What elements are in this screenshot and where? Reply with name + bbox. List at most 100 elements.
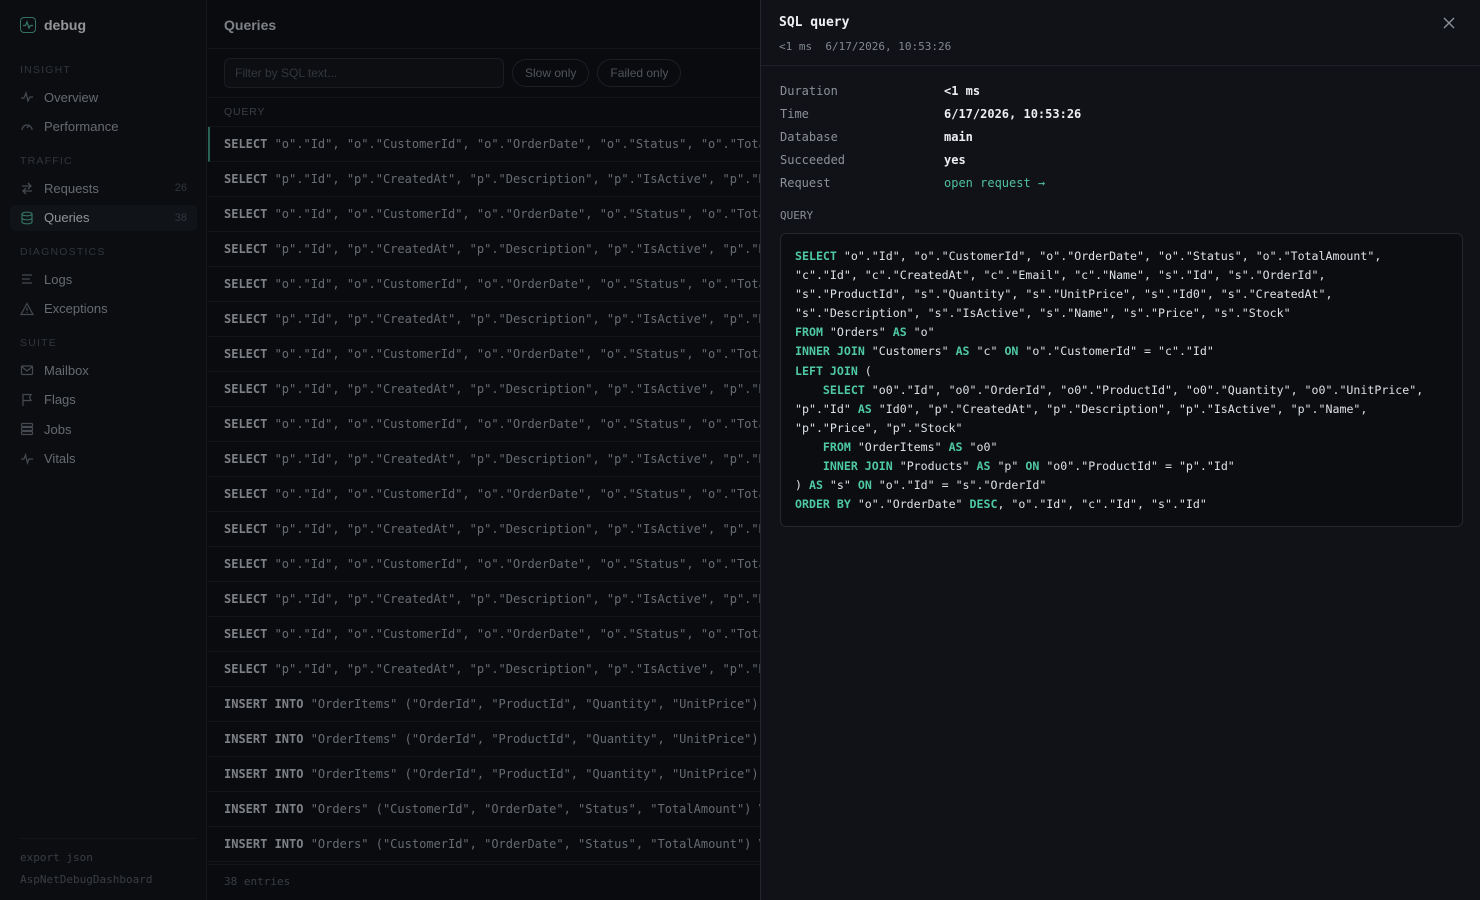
- sql-keyword: SELECT: [224, 382, 268, 396]
- sql-line: INNER JOIN "Products" AS "p" ON "o0"."Pr…: [795, 457, 1448, 476]
- sql-keyword: SELECT: [224, 452, 268, 466]
- table-row[interactable]: SELECT "p"."Id", "p"."CreatedAt", "p"."D…: [208, 582, 760, 617]
- sql-keyword: AS: [948, 439, 963, 454]
- table-row[interactable]: SELECT "p"."Id", "p"."CreatedAt", "p"."D…: [208, 232, 760, 267]
- queries-panel: Queries Slow only Failed only QUERY SELE…: [208, 0, 760, 900]
- detail-key: Request: [780, 176, 831, 190]
- sql-keyword: SELECT: [224, 487, 268, 501]
- sql-keyword: ON: [857, 478, 872, 493]
- sql-text: "Orders": [822, 325, 893, 340]
- sql-keyword: INNER JOIN: [822, 459, 893, 474]
- table-row[interactable]: SELECT "o"."Id", "o"."CustomerId", "o"."…: [208, 617, 760, 652]
- sql-query-drawer: SQL query <1 ms 6/17/2026, 10:53:26 Dura…: [760, 0, 1480, 900]
- sql-keyword: INSERT INTO: [224, 697, 304, 711]
- sql-text: "p"."Id", "p"."CreatedAt", "p"."Descript…: [267, 522, 760, 536]
- page-title: Queries: [208, 0, 760, 49]
- detail-value: main: [944, 130, 973, 144]
- sql-keyword: SELECT: [795, 249, 837, 263]
- detail-row-duration: Duration <1 ms: [780, 84, 980, 98]
- sql-text: "p"."Id", "p"."CreatedAt", "p"."Descript…: [267, 242, 760, 256]
- table-row[interactable]: SELECT "p"."Id", "p"."CreatedAt", "p"."D…: [208, 442, 760, 477]
- sql-keyword: SELECT: [822, 382, 865, 397]
- table-row[interactable]: INSERT INTO "Orders" ("CustomerId", "Ord…: [208, 827, 760, 862]
- table-row[interactable]: SELECT "p"."Id", "p"."CreatedAt", "p"."D…: [208, 652, 760, 687]
- sql-keyword: SELECT: [224, 592, 268, 606]
- sql-keyword: LEFT JOIN: [795, 363, 858, 378]
- sql-text: "o"."Id", "o"."CustomerId", "o"."OrderDa…: [274, 417, 760, 431]
- detail-row-succeeded: Succeeded yes: [780, 153, 966, 167]
- table-row[interactable]: SELECT "p"."Id", "p"."CreatedAt", "p"."D…: [208, 372, 760, 407]
- sql-filter-input[interactable]: [224, 58, 504, 88]
- table-row[interactable]: SELECT "p"."Id", "p"."CreatedAt", "p"."D…: [208, 162, 760, 197]
- table-row[interactable]: SELECT "p"."Id", "p"."CreatedAt", "p"."D…: [208, 302, 760, 337]
- sql-line: "c"."Id", "c"."CreatedAt", "c"."Email", …: [795, 266, 1448, 285]
- table-row[interactable]: SELECT "o"."Id", "o"."CustomerId", "o"."…: [208, 407, 760, 442]
- sql-text: ): [795, 478, 809, 493]
- table-row[interactable]: INSERT INTO "OrderItems" ("OrderId", "Pr…: [208, 687, 760, 722]
- mail-icon: [20, 363, 34, 377]
- sql-keyword: ON: [1004, 344, 1019, 359]
- database-icon: [20, 211, 34, 225]
- sql-text: "Id0", "p"."CreatedAt", "p"."Description…: [871, 401, 1368, 416]
- table-row[interactable]: SELECT "o"."Id", "o"."CustomerId", "o"."…: [208, 267, 760, 302]
- entry-count: 38 entries: [208, 864, 760, 900]
- sidebar-item-mailbox[interactable]: Mailbox: [10, 357, 197, 383]
- table-row[interactable]: INSERT INTO "OrderItems" ("OrderId", "Pr…: [208, 722, 760, 757]
- sql-line: "p"."Id" AS "Id0", "p"."CreatedAt", "p".…: [795, 400, 1448, 419]
- sidebar-item-requests[interactable]: Requests 26: [10, 175, 197, 201]
- lines-icon: [20, 272, 34, 286]
- sql-text: "o0"."Id", "o0"."OrderId", "o0"."Product…: [864, 382, 1424, 397]
- sql-text: "Orders" ("CustomerId", "OrderDate", "St…: [303, 837, 760, 851]
- export-json-link[interactable]: export json: [20, 851, 93, 864]
- table-row[interactable]: SELECT "o"."Id", "o"."CustomerId", "o"."…: [208, 337, 760, 372]
- table-row[interactable]: INSERT INTO "Orders" ("CustomerId", "Ord…: [208, 792, 760, 827]
- open-request-link[interactable]: open request →: [944, 176, 1045, 190]
- sql-line: LEFT JOIN (: [795, 362, 1448, 381]
- sidebar-item-logs[interactable]: Logs: [10, 266, 197, 292]
- sql-text: "OrderItems": [850, 439, 949, 454]
- sidebar-item-flags[interactable]: Flags: [10, 387, 197, 413]
- sql-keyword: SELECT: [224, 137, 268, 151]
- table-row[interactable]: SELECT "o"."Id", "o"."CustomerId", "o"."…: [208, 547, 760, 582]
- sidebar-item-performance[interactable]: Performance: [10, 114, 197, 140]
- detail-row-time: Time 6/17/2026, 10:53:26: [780, 107, 1081, 121]
- close-icon[interactable]: [1440, 14, 1458, 32]
- flag-icon: [20, 393, 34, 407]
- sql-keyword: SELECT: [224, 207, 268, 221]
- sidebar-item-overview[interactable]: Overview: [10, 84, 197, 110]
- table-row[interactable]: SELECT "o"."Id", "o"."CustomerId", "o"."…: [208, 197, 760, 232]
- sql-line: SELECT "o0"."Id", "o0"."OrderId", "o0"."…: [795, 381, 1448, 400]
- sidebar-item-label: Performance: [44, 119, 119, 134]
- table-row[interactable]: INSERT INTO "OrderItems" ("OrderId", "Pr…: [208, 757, 760, 792]
- pulse-icon: [20, 90, 34, 104]
- sql-keyword: AS: [808, 478, 823, 493]
- sql-keyword: ORDER BY: [795, 497, 851, 512]
- sql-line: ORDER BY "o"."OrderDate" DESC, "o"."Id",…: [795, 495, 1448, 514]
- slow-only-chip[interactable]: Slow only: [512, 59, 590, 87]
- brand[interactable]: debug: [20, 16, 86, 34]
- sql-text: "o"."Id", "o"."CustomerId", "o"."OrderDa…: [836, 249, 1382, 263]
- sql-line: "p"."Price", "p"."Stock": [795, 419, 1448, 438]
- sql-text: "s"."Description", "s"."IsActive", "s"."…: [795, 306, 1291, 321]
- sql-text: , "o"."Id", "c"."Id", "s"."Id": [997, 497, 1207, 512]
- sidebar-item-label: Queries: [44, 210, 90, 225]
- table-row[interactable]: SELECT "o"."Id", "o"."CustomerId", "o"."…: [208, 127, 760, 162]
- sql-keyword: INNER JOIN: [795, 344, 865, 359]
- sql-text: "o"."Id", "o"."CustomerId", "o"."OrderDa…: [274, 347, 760, 361]
- sidebar-item-vitals[interactable]: Vitals: [10, 446, 197, 472]
- sql-keyword: AS: [857, 401, 872, 416]
- sidebar-item-queries[interactable]: Queries 38: [10, 204, 197, 231]
- sql-keyword: FROM: [822, 439, 851, 454]
- section-label-suite: SUITE: [20, 337, 57, 349]
- sidebar-item-label: Exceptions: [44, 301, 108, 316]
- sql-text: "p"."Id": [795, 401, 858, 416]
- sql-keyword: INSERT INTO: [224, 802, 304, 816]
- sidebar-item-jobs[interactable]: Jobs: [10, 416, 197, 442]
- sidebar-item-exceptions[interactable]: Exceptions: [10, 296, 197, 322]
- table-row[interactable]: SELECT "o"."Id", "o"."CustomerId", "o"."…: [208, 477, 760, 512]
- sql-keyword: INSERT INTO: [224, 837, 304, 851]
- table-row[interactable]: SELECT "p"."Id", "p"."CreatedAt", "p"."D…: [208, 512, 760, 547]
- filter-bar: Slow only Failed only: [208, 49, 760, 98]
- sql-text: "o0"."ProductId" = "p"."Id": [1039, 459, 1235, 474]
- failed-only-chip[interactable]: Failed only: [597, 59, 682, 87]
